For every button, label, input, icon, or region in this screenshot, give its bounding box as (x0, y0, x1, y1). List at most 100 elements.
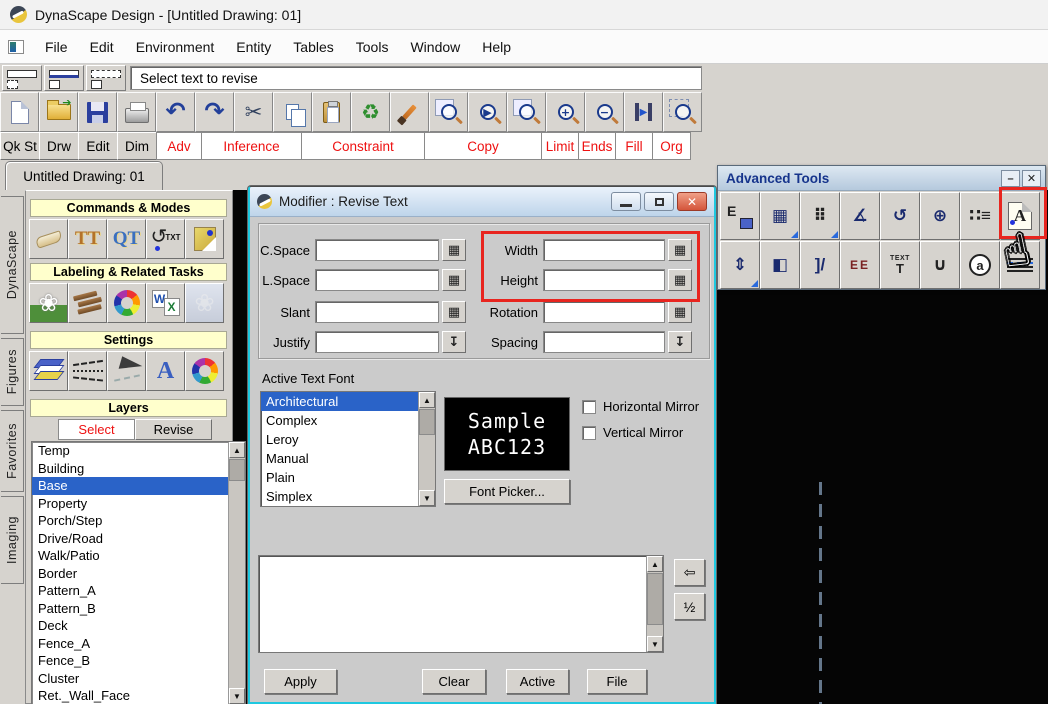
font-row[interactable]: Simplex (261, 487, 435, 506)
layers-settings-button[interactable] (29, 351, 68, 391)
open-drawing-button[interactable] (39, 92, 78, 132)
scroll-down-button[interactable]: ▼ (229, 688, 245, 704)
entity-blocks-tool[interactable]: ▦ (760, 192, 800, 240)
menu-tools[interactable]: Tools (345, 35, 400, 59)
color-wheel-button[interactable] (107, 283, 146, 323)
dialog-minimize-button[interactable] (611, 192, 641, 211)
half-size-button[interactable]: ½ (674, 593, 705, 620)
layer-row[interactable]: Deck (32, 617, 245, 635)
quick-text-button[interactable]: QT (107, 219, 146, 259)
slant-calc-button[interactable]: ▦ (442, 301, 466, 323)
angle-measure-tool[interactable]: ∡ (840, 192, 880, 240)
back-arrow-button[interactable]: ⇦ (674, 559, 705, 586)
category-limit[interactable]: Limit (541, 132, 579, 160)
file-button[interactable]: File (587, 669, 647, 694)
window-layout-3-button[interactable] (86, 65, 126, 91)
layer-row[interactable]: Walk/Patio (32, 547, 245, 565)
pen-weight-button[interactable] (107, 351, 146, 391)
active-button[interactable]: Active (506, 669, 569, 694)
paste-button[interactable] (312, 92, 351, 132)
dialog-restore-button[interactable] (644, 192, 674, 211)
scroll-down-button[interactable]: ▼ (419, 490, 435, 506)
spacing-input[interactable] (543, 331, 665, 353)
slant-input[interactable] (315, 301, 439, 323)
menu-file[interactable]: File (34, 35, 79, 59)
layer-row[interactable]: Fence_B (32, 652, 245, 670)
font-row[interactable]: Manual (261, 449, 435, 468)
align-objects-tool[interactable]: ◧ (760, 241, 800, 289)
dialog-close-button[interactable]: ✕ (677, 192, 707, 211)
scroll-thumb[interactable] (647, 573, 663, 625)
font-list[interactable]: Architectural Complex Leroy Manual Plain… (260, 391, 436, 507)
sidebar-tab-imaging[interactable]: Imaging (1, 496, 24, 584)
category-dim[interactable]: Dim (117, 132, 157, 160)
scroll-up-button[interactable]: ▲ (229, 442, 245, 458)
plant-label-faded-button[interactable]: ❀ (185, 283, 224, 323)
refresh-redraw-button[interactable]: ♻ (351, 92, 390, 132)
document-tab[interactable]: Untitled Drawing: 01 (5, 161, 163, 190)
undo-button[interactable]: ↶ (156, 92, 195, 132)
entity-network-tool[interactable]: EE (840, 241, 880, 289)
total-count-tool[interactable]: ∷≡ (960, 192, 1000, 240)
page-edit-button[interactable] (185, 219, 224, 259)
layer-row[interactable]: Property (32, 495, 245, 513)
zoom-previous-button[interactable] (429, 92, 468, 132)
text-font-button[interactable]: A (146, 351, 185, 391)
sidebar-tab-favorites[interactable]: Favorites (1, 410, 24, 492)
entity-copy-tool[interactable]: E (720, 192, 760, 240)
wall-outline-tool[interactable]: ∪ (920, 241, 960, 289)
layer-row[interactable]: Ret._Wall_Face (32, 687, 245, 704)
window-layout-2-button[interactable] (44, 65, 84, 91)
font-picker-button[interactable]: Font Picker... (444, 479, 570, 504)
lspace-calc-button[interactable]: ▦ (442, 269, 466, 291)
line-styles-button[interactable] (68, 351, 107, 391)
sidebar-tab-dynascape[interactable]: DynaScape (1, 196, 24, 334)
scroll-up-button[interactable]: ▲ (419, 392, 435, 408)
save-button[interactable] (78, 92, 117, 132)
menu-edit[interactable]: Edit (79, 35, 125, 59)
scroll-thumb[interactable] (419, 409, 435, 435)
layer-row[interactable]: Porch/Step (32, 512, 245, 530)
print-button[interactable] (117, 92, 156, 132)
material-label-button[interactable] (68, 283, 107, 323)
font-row[interactable]: Complex (261, 411, 435, 430)
lspace-input[interactable] (315, 269, 439, 291)
category-inference[interactable]: Inference (201, 132, 302, 160)
justify-input[interactable] (315, 331, 439, 353)
zoom-next-button[interactable]: ▶ (468, 92, 507, 132)
category-drw[interactable]: Drw (39, 132, 79, 160)
zoom-in-button[interactable]: + (546, 92, 585, 132)
layer-list[interactable]: Temp Building Base Property Porch/Step D… (31, 441, 246, 704)
menu-environment[interactable]: Environment (125, 35, 226, 59)
layer-row[interactable]: Pattern_A (32, 582, 245, 600)
document-icon[interactable] (8, 40, 24, 54)
layers-revise-tab[interactable]: Revise (135, 419, 212, 440)
layer-row[interactable]: Building (32, 460, 245, 478)
revise-text-area[interactable]: ▲ ▼ (258, 555, 664, 653)
menu-window[interactable]: Window (399, 35, 471, 59)
scroll-down-button[interactable]: ▼ (647, 636, 663, 652)
color-palette-button[interactable] (185, 351, 224, 391)
select-mode-button[interactable] (29, 219, 68, 259)
palette-title-bar[interactable]: Advanced Tools (718, 166, 1045, 191)
distribute-vertical-tool[interactable]: ⇕ (720, 241, 760, 289)
text-place-tool[interactable]: TEXT T (880, 241, 920, 289)
horizontal-mirror-checkbox[interactable] (582, 400, 596, 414)
annotation-circle-tool[interactable]: a (960, 241, 1000, 289)
layer-row[interactable]: Temp (32, 442, 245, 460)
category-adv[interactable]: Adv (156, 132, 202, 160)
layer-row[interactable]: Fence_A (32, 635, 245, 653)
menu-entity[interactable]: Entity (225, 35, 282, 59)
category-constraint[interactable]: Constraint (301, 132, 425, 160)
cspace-calc-button[interactable]: ▦ (442, 239, 466, 261)
vertical-mirror-checkbox[interactable] (582, 426, 596, 440)
scroll-up-button[interactable]: ▲ (647, 556, 663, 572)
layer-list-scrollbar[interactable]: ▲ ▼ (228, 442, 245, 704)
cspace-input[interactable] (315, 239, 439, 261)
layer-row[interactable]: Border (32, 565, 245, 583)
layer-row-selected[interactable]: Base (32, 477, 245, 495)
copy-button[interactable] (273, 92, 312, 132)
redo-button[interactable]: ↷ (195, 92, 234, 132)
rotation-input[interactable] (543, 301, 665, 323)
category-edit[interactable]: Edit (78, 132, 118, 160)
